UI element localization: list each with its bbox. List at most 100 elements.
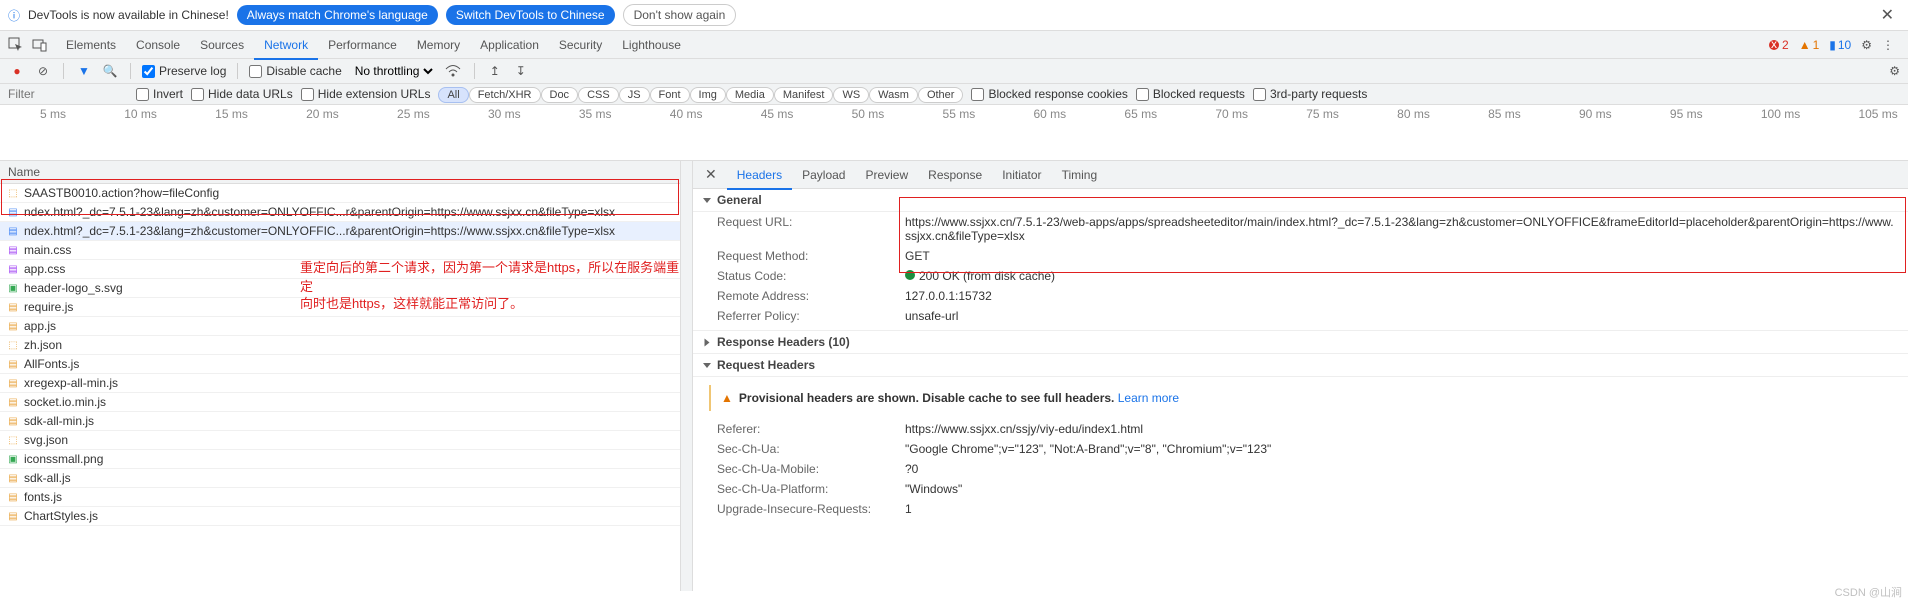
blocked-response-cookies-checkbox[interactable]: Blocked response cookies [971,87,1127,101]
request-row[interactable]: ⬚zh.json [0,336,692,355]
filter-chip-font[interactable]: Font [650,87,690,103]
learn-more-link[interactable]: Learn more [1118,391,1179,405]
filter-chip-ws[interactable]: WS [833,87,869,103]
download-icon[interactable]: ↧ [512,64,530,78]
upload-icon[interactable]: ↥ [486,64,504,78]
third-party-checkbox[interactable]: 3rd-party requests [1253,87,1367,101]
filter-chip-other[interactable]: Other [918,87,964,103]
search-icon[interactable]: 🔍 [101,64,119,78]
detail-tab-payload[interactable]: Payload [792,162,855,188]
device-toolbar-icon[interactable] [32,37,56,53]
hide-extension-urls-checkbox[interactable]: Hide extension URLs [301,87,431,101]
request-name: ndex.html?_dc=7.5.1-23&lang=zh&customer=… [24,224,615,238]
request-row[interactable]: ▤fonts.js [0,488,692,507]
clear-icon[interactable]: ⊘ [34,64,52,78]
throttling-select[interactable]: No throttling [350,62,437,80]
annotation-box-2 [899,197,1906,273]
wifi-icon[interactable] [445,64,463,78]
tab-elements[interactable]: Elements [56,32,126,58]
request-row[interactable]: ▤sdk-all.js [0,469,692,488]
annotation-text-1: 重定向后的第二个请求，因为第一个请求是https，所以在服务端重定 [300,257,692,295]
header-value: "Windows" [905,482,1898,496]
request-name: iconssmall.png [24,452,103,466]
response-headers-section[interactable]: Response Headers (10) [693,330,1908,354]
request-headers-section[interactable]: Request Headers [693,354,1908,377]
tab-console[interactable]: Console [126,32,190,58]
always-match-button[interactable]: Always match Chrome's language [237,5,438,25]
request-name: ChartStyles.js [24,509,98,523]
tab-lighthouse[interactable]: Lighthouse [612,32,691,58]
filter-chip-all[interactable]: All [438,87,468,103]
request-name: zh.json [24,338,62,352]
request-name: svg.json [24,433,68,447]
doc-file-icon: ▤ [6,224,20,238]
request-name: sdk-all-min.js [24,414,94,428]
preserve-log-checkbox[interactable]: Preserve log [142,64,226,78]
detail-tab-headers[interactable]: Headers [727,162,792,190]
filter-icon[interactable]: ▼ [75,64,93,78]
filter-chip-manifest[interactable]: Manifest [774,87,834,103]
request-row[interactable]: ▤sdk-all-min.js [0,412,692,431]
tab-network[interactable]: Network [254,32,318,60]
filter-chip-media[interactable]: Media [726,87,774,103]
info-icon: ⓘ [8,7,20,24]
header-value: 1 [905,502,1898,516]
header-key: Sec-Ch-Ua-Mobile: [717,462,897,476]
request-row[interactable]: ▤ChartStyles.js [0,507,692,526]
header-value: "Google Chrome";v="123", "Not:A-Brand";v… [905,442,1898,456]
request-url-label: Request URL: [717,215,897,243]
request-row[interactable]: ▤socket.io.min.js [0,393,692,412]
panel-settings-icon[interactable]: ⚙ [1887,62,1902,80]
detail-tab-initiator[interactable]: Initiator [992,162,1051,188]
filter-chip-img[interactable]: Img [690,87,726,103]
filter-chip-fetchxhr[interactable]: Fetch/XHR [469,87,541,103]
request-name: AllFonts.js [24,357,79,371]
timeline-overview[interactable]: 5 ms10 ms15 ms20 ms25 ms30 ms35 ms40 ms4… [0,105,1908,161]
blocked-requests-checkbox[interactable]: Blocked requests [1136,87,1245,101]
detail-tab-preview[interactable]: Preview [855,162,918,188]
tab-security[interactable]: Security [549,32,612,58]
filter-input[interactable] [8,87,128,101]
request-row[interactable]: ▤ app.js [0,317,692,336]
close-details-icon[interactable]: ✕ [699,166,723,183]
filter-chip-doc[interactable]: Doc [541,87,579,103]
detail-tab-timing[interactable]: Timing [1052,162,1108,188]
annotation-text-2: 向时也是https，这样就能正常访问了。 [300,293,523,312]
filter-chip-wasm[interactable]: Wasm [869,87,918,103]
js-file-icon: ▤ [6,471,20,485]
more-icon[interactable]: ⋮ [1882,38,1894,52]
tab-sources[interactable]: Sources [190,32,254,58]
request-method-label: Request Method: [717,249,897,263]
inspect-icon[interactable] [8,37,32,53]
info-count[interactable]: ▮ 10 [1829,38,1851,52]
request-name: app.js [24,319,56,333]
request-row[interactable]: ▣iconssmall.png [0,450,692,469]
request-name: xregexp-all-min.js [24,376,118,390]
invert-checkbox[interactable]: Invert [136,87,183,101]
hide-data-urls-checkbox[interactable]: Hide data URLs [191,87,293,101]
request-row[interactable]: ▤ ndex.html?_dc=7.5.1-23&lang=zh&customer… [0,222,692,241]
tab-memory[interactable]: Memory [407,32,470,58]
error-count[interactable]: x2 [1768,38,1789,52]
request-row[interactable]: ▤xregexp-all-min.js [0,374,692,393]
switch-devtools-button[interactable]: Switch DevTools to Chinese [446,5,615,25]
warning-count[interactable]: ▲ 1 [1799,38,1820,52]
filter-chip-js[interactable]: JS [619,87,650,103]
js-file-icon: ▤ [6,319,20,333]
close-icon[interactable]: ✕ [1875,5,1900,25]
request-row[interactable]: ⬚svg.json [0,431,692,450]
settings-icon[interactable]: ⚙ [1861,38,1872,52]
dont-show-again-button[interactable]: Don't show again [623,4,737,26]
js-file-icon: ▤ [6,357,20,371]
detail-tab-response[interactable]: Response [918,162,992,188]
request-name: socket.io.min.js [24,395,106,409]
tab-application[interactable]: Application [470,32,549,58]
disable-cache-checkbox[interactable]: Disable cache [249,64,341,78]
tab-performance[interactable]: Performance [318,32,407,58]
filter-chip-css[interactable]: CSS [578,87,619,103]
request-row[interactable]: ▤ AllFonts.js [0,355,692,374]
record-icon[interactable]: ● [8,64,26,78]
language-infobar: ⓘ DevTools is now available in Chinese! … [0,0,1908,31]
header-value: ?0 [905,462,1898,476]
request-name: fonts.js [24,490,62,504]
